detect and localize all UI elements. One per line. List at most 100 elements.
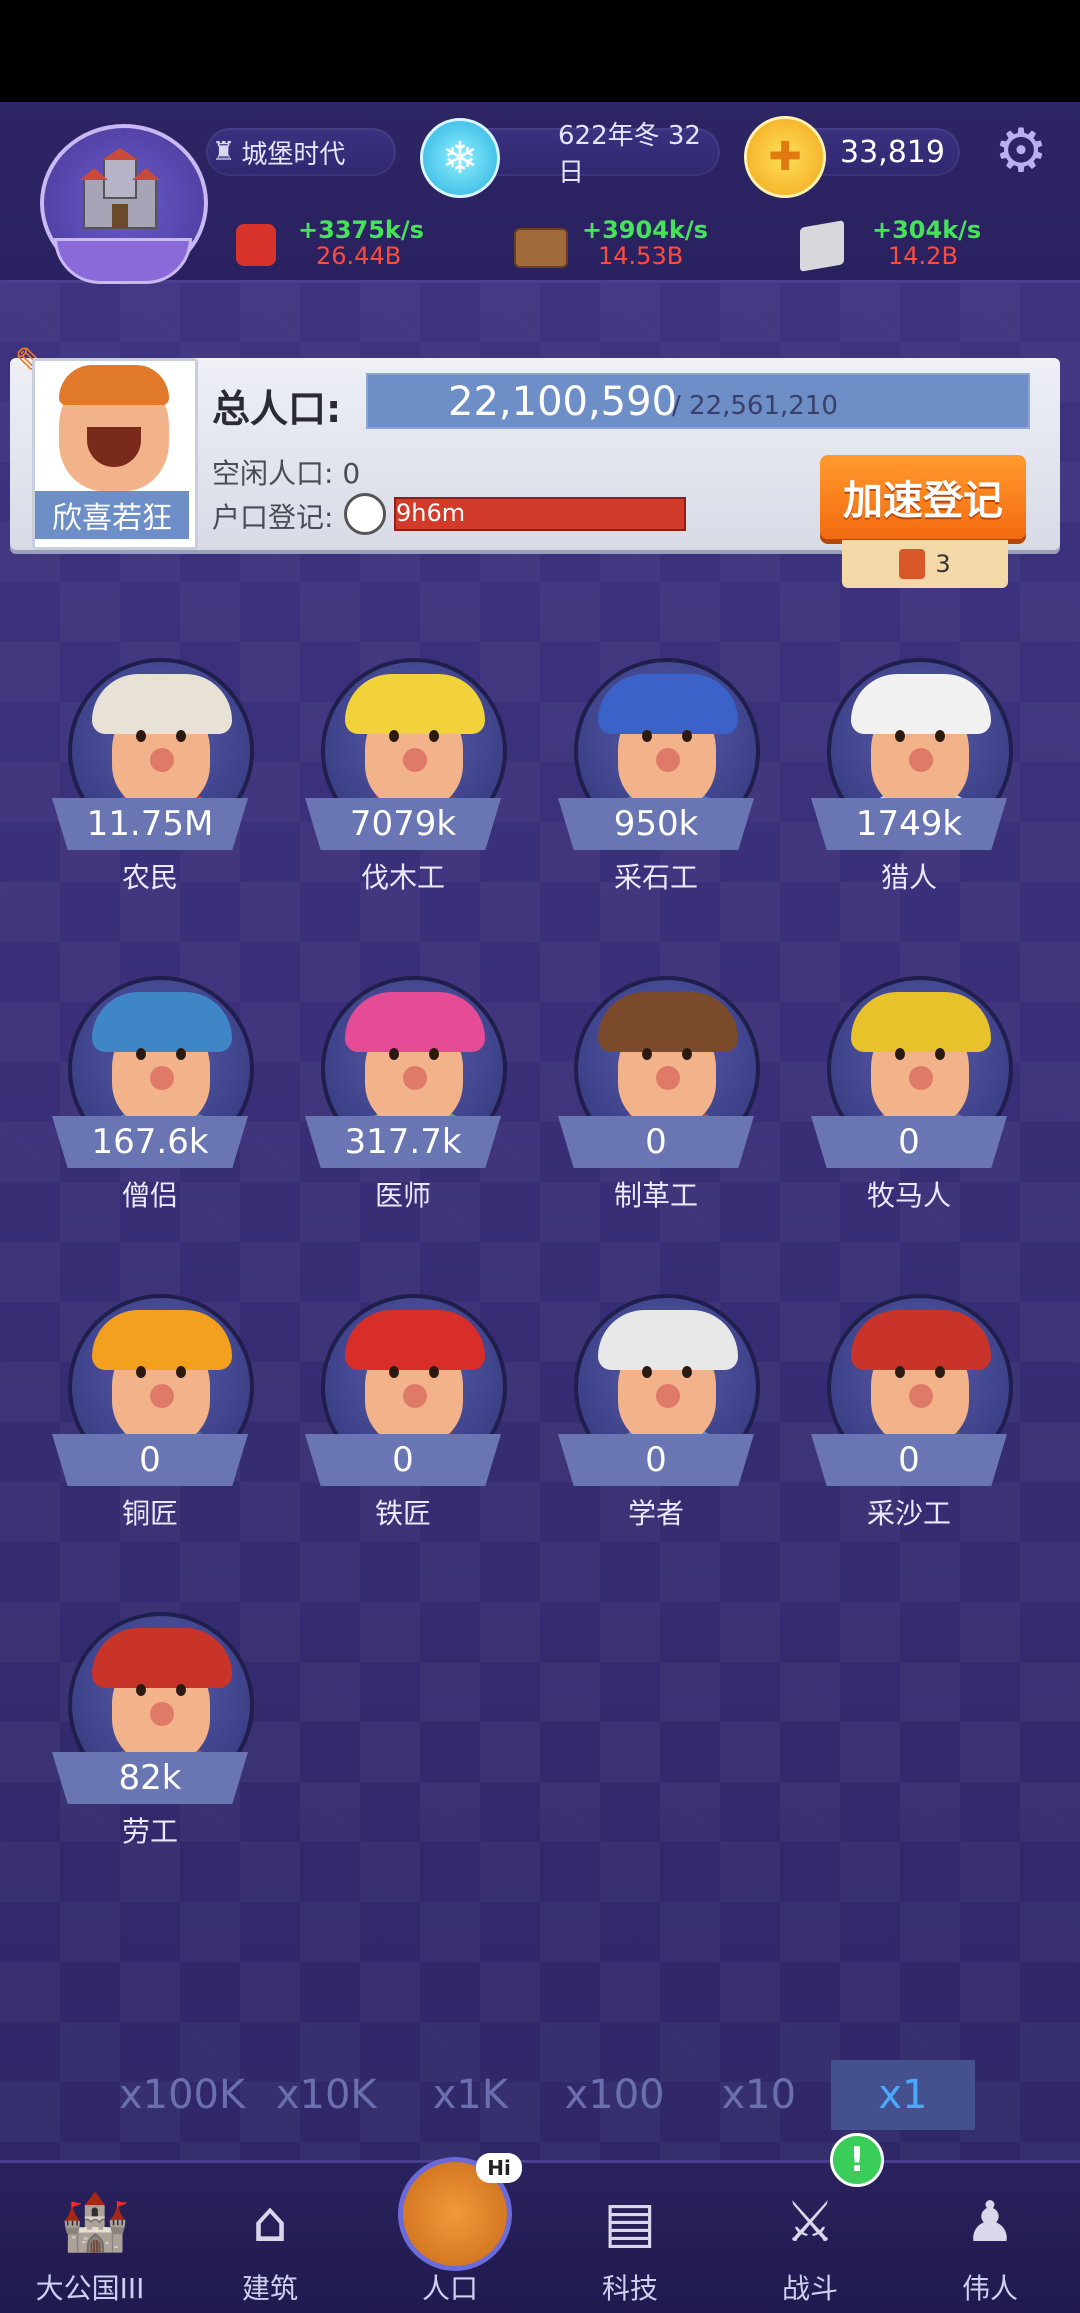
eye [895, 1048, 905, 1060]
nav-label: 建筑 [241, 2272, 298, 2305]
house-icon: ⌂ [252, 2190, 288, 2255]
worker-grid: 11.75M 农民 7079k 伐木工 950k 采石工 1749k 猎人 167.6k 僧侣 31… [0, 0, 1080, 2000]
bottom-nav: 🏰 大公国III ⌂ 建筑 人口 Hi ▤ 科技 ⚔ 战斗! ♟ 伟人 [0, 2133, 1080, 2313]
worker-face-icon [345, 1310, 485, 1444]
worker-face-icon [92, 1310, 232, 1444]
worker-count: 0 [811, 1434, 1007, 1486]
nav-house[interactable]: ⌂ 建筑 [180, 2163, 360, 2313]
nose [403, 1384, 427, 1408]
worker-hair [598, 674, 738, 734]
eye [176, 730, 186, 742]
worker-card[interactable]: 167.6k 僧侣 [40, 948, 260, 1248]
worker-hair [92, 1310, 232, 1370]
nose [403, 748, 427, 772]
worker-name: 制革工 [613, 1179, 698, 1212]
eye [895, 730, 905, 742]
multiplier-x100k[interactable]: x100K [110, 2060, 254, 2130]
worker-card[interactable]: 7079k 伐木工 [293, 630, 513, 930]
worker-card[interactable]: 11.75M 农民 [40, 630, 260, 930]
worker-card[interactable]: 0 采沙工 [799, 1266, 1019, 1566]
eye [935, 1366, 945, 1378]
worker-hair [598, 992, 738, 1052]
worker-card[interactable]: 0 制革工 [546, 948, 766, 1248]
nav-label: 大公国III [35, 2272, 145, 2305]
worker-count: 1749k [811, 798, 1007, 850]
nav-bust[interactable]: ♟ 伟人 [900, 2163, 1080, 2313]
worker-name: 采石工 [613, 861, 698, 894]
worker-count: 82k [52, 1752, 248, 1804]
nav-castle[interactable]: 🏰 大公国III [0, 2163, 180, 2313]
worker-count: 950k [558, 798, 754, 850]
multiplier-bar: x100K x10K x1K x100 x10 x1 [110, 2060, 976, 2130]
worker-hair [345, 1310, 485, 1370]
worker-face-icon [92, 992, 232, 1126]
worker-hair [851, 1310, 991, 1370]
nav-label: 科技 [601, 2272, 658, 2305]
worker-face-icon [598, 1310, 738, 1444]
eye [642, 730, 652, 742]
worker-hair [92, 674, 232, 734]
worker-name: 铁匠 [374, 1497, 431, 1530]
nose [150, 748, 174, 772]
worker-count: 0 [811, 1116, 1007, 1168]
worker-count: 0 [305, 1434, 501, 1486]
multiplier-x10[interactable]: x10 [687, 2060, 831, 2130]
worker-face-icon [92, 1628, 232, 1762]
worker-name: 僧侣 [121, 1179, 178, 1212]
book-icon: ▤ [603, 2190, 657, 2255]
worker-face-icon [345, 674, 485, 808]
worker-name: 伐木工 [360, 861, 445, 894]
bust-icon: ♟ [964, 2190, 1016, 2255]
worker-card[interactable]: 0 铜匠 [40, 1266, 260, 1566]
worker-name: 猎人 [880, 861, 937, 894]
eye [429, 1048, 439, 1060]
multiplier-x1k[interactable]: x1K [398, 2060, 542, 2130]
worker-face-icon [92, 674, 232, 808]
worker-card[interactable]: 317.7k 医师 [293, 948, 513, 1248]
worker-hair [851, 992, 991, 1052]
castle-icon: 🏰 [60, 2190, 130, 2255]
nose [656, 748, 680, 772]
worker-card[interactable]: 1749k 猎人 [799, 630, 1019, 930]
worker-face-icon [851, 674, 991, 808]
nav-swords[interactable]: ⚔ 战斗! [720, 2133, 900, 2313]
eye [642, 1366, 652, 1378]
worker-card[interactable]: 0 牧马人 [799, 948, 1019, 1248]
multiplier-x1[interactable]: x1 [830, 2060, 976, 2130]
worker-card[interactable]: 0 铁匠 [293, 1266, 513, 1566]
worker-hair [345, 674, 485, 734]
eye [429, 1366, 439, 1378]
worker-name: 铜匠 [121, 1497, 178, 1530]
worker-name: 农民 [121, 861, 178, 894]
worker-name: 学者 [627, 1497, 684, 1530]
worker-face-icon [598, 992, 738, 1126]
nav-book[interactable]: ▤ 科技 [540, 2163, 720, 2313]
worker-card[interactable]: 0 学者 [546, 1266, 766, 1566]
eye [682, 1048, 692, 1060]
eye [682, 1366, 692, 1378]
nav-population[interactable]: 人口 Hi [360, 2153, 540, 2313]
worker-hair [345, 992, 485, 1052]
worker-hair [598, 1310, 738, 1370]
multiplier-x10k[interactable]: x10K [254, 2060, 398, 2130]
nose [150, 1702, 174, 1726]
worker-hair [92, 992, 232, 1052]
nose [909, 1384, 933, 1408]
worker-card[interactable]: 82k 劳工 [40, 1584, 260, 1884]
worker-hair [92, 1628, 232, 1688]
worker-card[interactable]: 950k 采石工 [546, 630, 766, 930]
eye [389, 1366, 399, 1378]
eye [136, 730, 146, 742]
worker-count: 11.75M [52, 798, 248, 850]
nose [656, 1066, 680, 1090]
worker-name: 采沙工 [866, 1497, 951, 1530]
eye [935, 1048, 945, 1060]
multiplier-x100[interactable]: x100 [543, 2060, 687, 2130]
nose [909, 1066, 933, 1090]
nose [150, 1066, 174, 1090]
worker-face-icon [345, 992, 485, 1126]
nose [150, 1384, 174, 1408]
worker-count: 167.6k [52, 1116, 248, 1168]
worker-name: 牧马人 [866, 1179, 951, 1212]
eye [389, 730, 399, 742]
